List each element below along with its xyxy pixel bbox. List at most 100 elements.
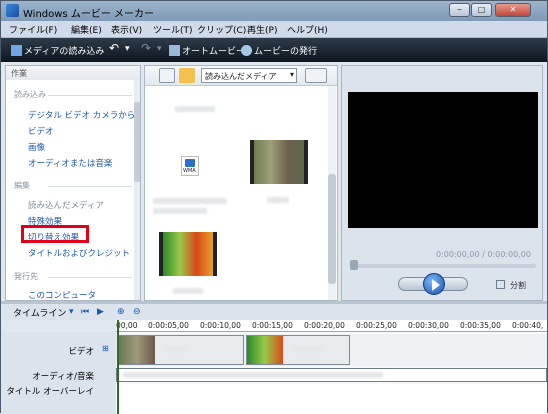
tasks-header: 作業 [6, 66, 140, 80]
rewind-icon[interactable]: ⏮ [81, 307, 91, 317]
playhead[interactable] [117, 320, 119, 414]
automovie-icon [169, 45, 180, 56]
collection-pane: 読み込んだメディア ▾ WMA [144, 65, 338, 301]
menu-bar: ファイル(F) 編集(E) 表示(V) ツール(T) クリップ(C) 再生(P)… [1, 21, 547, 38]
blurred-audio-clip-label [123, 372, 383, 378]
task-titles-credits[interactable]: タイトルおよびクレジット [28, 247, 130, 259]
menu-play[interactable]: 再生(P) [247, 23, 277, 36]
section-import: 読み込み [14, 90, 46, 99]
task-publish-computer[interactable]: このコンピュータ [28, 289, 96, 301]
track-label-title-overlay: タイトル オーバーレイ [6, 387, 94, 397]
undo-button[interactable]: ↶ [109, 41, 119, 55]
import-media-button[interactable]: メディアの読み込み [11, 44, 104, 57]
ruler-tick: 0:00:15,00 [252, 321, 293, 330]
seek-bar[interactable] [352, 264, 536, 268]
scroll-thumb[interactable] [134, 102, 140, 182]
zoom-out-icon[interactable]: ⊖ [133, 307, 143, 317]
blurred-item-label [175, 106, 215, 112]
blurred-item-label [153, 198, 227, 204]
scroll-thumb[interactable] [328, 174, 336, 284]
timecode-display: 0:00:00,00 / 0:00:00,00 [436, 250, 531, 259]
collection-select[interactable]: 読み込んだメディア [201, 68, 297, 83]
track-labels: ビデオ ⊞ オーディオ/音楽 タイトル オーバーレイ [1, 332, 116, 414]
redo-button[interactable]: ↷ [141, 41, 151, 55]
task-import-audio[interactable]: オーディオまたは音楽 [28, 157, 112, 169]
ruler-tick: 0:00:35,00 [460, 321, 501, 330]
minimize-button[interactable]: ‒ [449, 3, 470, 17]
publish-icon [241, 45, 252, 56]
seek-thumb[interactable] [350, 260, 358, 270]
divider [48, 186, 132, 187]
undo-dropdown[interactable]: ▾ [125, 44, 130, 54]
menu-view[interactable]: 表示(V) [111, 23, 142, 36]
ruler-tick: 0:00:30,00 [408, 321, 449, 330]
tasks-pane: 作業 読み込み デジタル ビデオ カメラから ビデオ 画像 オーディオまたは音楽… [5, 65, 141, 301]
task-imported-media[interactable]: 読み込んだメディア [28, 199, 104, 211]
video-track[interactable] [116, 334, 547, 366]
timeline-label[interactable]: タイムライン [13, 306, 66, 319]
menu-clip[interactable]: クリップ(C) [197, 23, 246, 36]
note-icon [185, 159, 195, 167]
timeline-tracks [116, 332, 547, 414]
video-clip-thumbnail[interactable] [159, 232, 217, 276]
ruler-tick: 0:00:05,00 [148, 321, 189, 330]
divider [48, 95, 132, 96]
title-bar[interactable]: Windows ムービー メーカー ‒ □ ✕ [1, 1, 547, 21]
timeline-video-clip[interactable] [118, 335, 244, 365]
ruler-tick: 0:00:10,00 [200, 321, 241, 330]
close-button[interactable]: ✕ [495, 3, 531, 17]
timeline-ruler[interactable]: 00,00 0:00:05,00 0:00:10,00 0:00:15,00 0… [116, 320, 547, 332]
movie-maker-window: Windows ムービー メーカー ‒ □ ✕ ファイル(F) 編集(E) 表示… [0, 0, 548, 414]
automovie-button[interactable]: オートムービー [169, 44, 245, 57]
audio-file-icon[interactable]: WMA [181, 156, 199, 176]
ruler-tick: 0:00:20,00 [304, 321, 345, 330]
film-icon [11, 45, 22, 56]
maximize-button[interactable]: □ [471, 3, 492, 17]
window-title: Windows ムービー メーカー [23, 9, 154, 20]
timeline-toolbar: タイムライン ▾ ⏮ ▶ ⊕ ⊖ [1, 304, 547, 320]
zoom-in-icon[interactable]: ⊕ [117, 307, 127, 317]
tasks-scrollbar[interactable] [134, 80, 140, 300]
preview-screen [348, 92, 538, 228]
combo-arrow-icon[interactable]: ▾ [290, 70, 294, 79]
highlight-box [21, 225, 89, 243]
publish-movie-button[interactable]: ムービーの発行 [241, 44, 317, 57]
task-import-video[interactable]: ビデオ [28, 125, 54, 137]
track-label-audio: オーディオ/音楽 [32, 372, 94, 382]
ruler-tick: 00,00 [116, 321, 138, 330]
audio-track[interactable] [116, 368, 547, 382]
folder-icon[interactable] [179, 68, 195, 83]
clip-thumbnail [247, 336, 283, 364]
view-options-button[interactable] [305, 68, 327, 83]
play-timeline-icon[interactable]: ▶ [97, 307, 107, 317]
preview-monitor: 0:00:00,00 / 0:00:00,00 分割 [341, 65, 543, 301]
toolbar: メディアの読み込み ↶ ▾ ↷ ▾ オートムービー ムービーの発行 [1, 38, 547, 62]
blurred-item-label [173, 288, 203, 294]
menu-file[interactable]: ファイル(F) [9, 23, 57, 36]
menu-tools[interactable]: ツール(T) [153, 23, 193, 36]
tasks-toggle-button[interactable] [159, 68, 175, 83]
ruler-tick: 0:00:25,00 [356, 321, 397, 330]
menu-help[interactable]: ヘルプ(H) [287, 23, 328, 36]
play-button[interactable] [423, 273, 445, 295]
section-edit: 編集 [14, 181, 30, 190]
blurred-item-label [267, 197, 289, 203]
ruler-tick: 0:00:40, [512, 321, 544, 330]
title-overlay-track[interactable] [116, 384, 547, 414]
blurred-clip-label [293, 346, 323, 352]
divider [48, 277, 132, 278]
track-label-video: ビデオ [68, 347, 94, 357]
split-label[interactable]: 分割 [510, 280, 526, 291]
timeline-video-clip[interactable] [246, 335, 350, 365]
clip-thumbnail [119, 336, 155, 364]
menu-edit[interactable]: 編集(E) [71, 23, 102, 36]
task-import-pictures[interactable]: 画像 [28, 141, 45, 153]
video-clip-thumbnail[interactable] [250, 140, 308, 184]
timeline-dropdown-icon[interactable]: ▾ [69, 307, 79, 317]
redo-dropdown[interactable]: ▾ [157, 44, 162, 54]
blurred-clip-label [165, 346, 187, 352]
expand-icon[interactable]: ⊞ [102, 344, 109, 353]
split-icon[interactable] [496, 280, 505, 289]
collection-scrollbar[interactable] [328, 86, 336, 300]
task-import-camera[interactable]: デジタル ビデオ カメラから [28, 109, 135, 121]
